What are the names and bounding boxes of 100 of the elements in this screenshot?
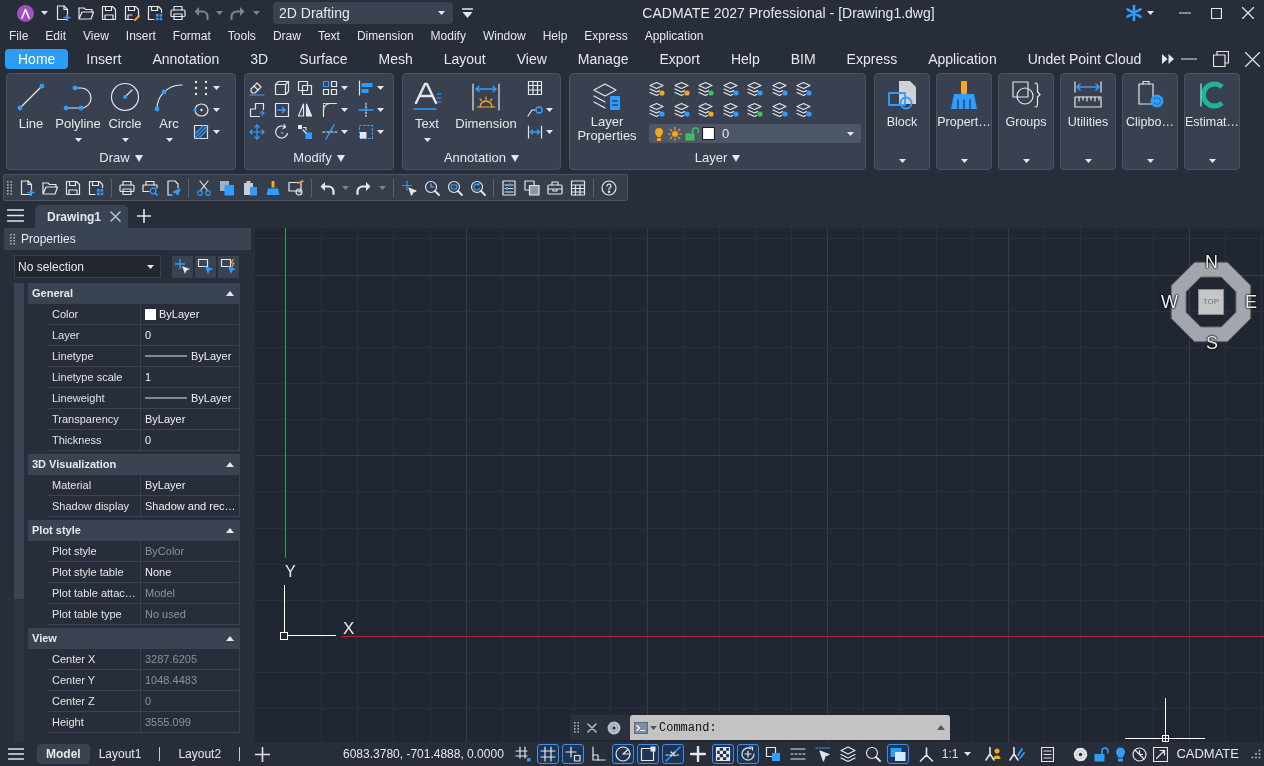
bulb-icon[interactable]: [1115, 746, 1127, 762]
ribbon-panel-button[interactable]: Utilities: [1060, 73, 1116, 170]
panel-title[interactable]: Modify: [245, 147, 393, 169]
ribbon-tab[interactable]: Annotation: [139, 49, 233, 69]
unlock-icon[interactable]: [1094, 746, 1110, 762]
status-toggle[interactable]: [561, 744, 584, 764]
sheet-tab[interactable]: Layout2: [169, 744, 231, 764]
ribbon-tab[interactable]: Surface: [286, 49, 361, 69]
caret-icon[interactable]: [41, 11, 48, 15]
tool-button[interactable]: Circle: [105, 74, 145, 147]
menu-item[interactable]: Modify: [430, 28, 466, 44]
asterisk-icon[interactable]: [1126, 5, 1142, 21]
status-toggle[interactable]: [636, 744, 659, 764]
menu-icon[interactable]: [7, 209, 24, 222]
property-value[interactable]: ByLayer: [191, 347, 232, 365]
ribbon-tab[interactable]: BIM: [777, 49, 829, 69]
status-toggle[interactable]: [536, 744, 559, 764]
menu-item[interactable]: Text: [317, 28, 340, 44]
quick-select-button[interactable]: [172, 255, 193, 278]
menu-item[interactable]: Tools: [227, 28, 256, 44]
folder-icon[interactable]: [42, 179, 58, 196]
panel-title[interactable]: Annotation: [403, 147, 560, 169]
ribbon-panel-button[interactable]: Block: [874, 73, 930, 170]
ribbon-panel-button[interactable]: Clipbo…: [1122, 73, 1178, 170]
bar-caret-icon[interactable]: [462, 8, 473, 18]
close-icon[interactable]: [110, 211, 121, 222]
menu-item[interactable]: Application: [644, 28, 704, 44]
workspace-dropdown[interactable]: 2D Drafting: [273, 2, 453, 24]
document-tab[interactable]: Drawing1: [35, 205, 128, 228]
select-objects-button[interactable]: [195, 255, 216, 278]
property-value[interactable]: 1: [145, 368, 152, 386]
restore-icon[interactable]: [1213, 51, 1229, 67]
new-file-icon[interactable]: [55, 5, 71, 21]
tool-button[interactable]: Dimension: [447, 74, 525, 147]
print-icon[interactable]: [170, 5, 186, 21]
caret-icon[interactable]: [1147, 11, 1154, 15]
ribbon-tab[interactable]: View: [503, 49, 560, 69]
workspace-label[interactable]: CADMATE: [1176, 744, 1239, 764]
menu-item[interactable]: Format: [172, 28, 211, 44]
layer-dropdown[interactable]: 0: [649, 124, 861, 143]
menu-item[interactable]: Express: [584, 28, 628, 44]
ribbon-tab[interactable]: Layout: [430, 49, 499, 69]
ribbon-panel-button[interactable]: Groups: [998, 73, 1054, 170]
caret-up-icon[interactable]: [937, 725, 945, 730]
close-icon[interactable]: [587, 722, 597, 733]
copy-icon[interactable]: [219, 179, 235, 196]
new-file-icon[interactable]: [19, 179, 35, 196]
menu-item[interactable]: Insert: [125, 28, 156, 44]
ribbon-tab[interactable]: Application: [915, 49, 1010, 69]
ribbon-tab[interactable]: Insert: [73, 49, 135, 69]
help-icon[interactable]: [601, 179, 617, 196]
add-icon[interactable]: [255, 746, 271, 762]
section-header[interactable]: Plot style: [28, 520, 240, 541]
stacked-windows-icon[interactable]: [524, 179, 540, 196]
ribbon-panel-button[interactable]: Estimat…: [1184, 73, 1240, 170]
menu-item[interactable]: Edit: [45, 28, 67, 44]
status-toggle[interactable]: [711, 744, 734, 764]
menu-item[interactable]: Dimension: [356, 28, 414, 44]
save-icon[interactable]: [65, 179, 81, 196]
sliders-panel-icon[interactable]: [501, 179, 517, 196]
status-toggle[interactable]: [736, 744, 759, 764]
property-value[interactable]: None: [145, 563, 172, 581]
menu-item[interactable]: File: [9, 28, 29, 44]
property-value[interactable]: 0: [145, 431, 152, 449]
sheet-tab[interactable]: Model: [37, 744, 90, 764]
section-header[interactable]: General: [28, 283, 240, 304]
redo-icon[interactable]: [356, 179, 372, 196]
property-value[interactable]: ByLayer: [191, 389, 232, 407]
cut-icon[interactable]: [196, 179, 212, 196]
tool-button[interactable]: Arc: [145, 74, 193, 147]
panel-title[interactable]: Draw: [7, 147, 235, 169]
selection-dropdown[interactable]: No selection: [14, 255, 161, 278]
print-icon[interactable]: [119, 179, 135, 196]
double-arrow-icon[interactable]: [1162, 54, 1175, 64]
ribbon-tab[interactable]: Export: [646, 49, 713, 69]
menu-item[interactable]: Help: [542, 28, 568, 44]
app-logo-icon[interactable]: [17, 4, 34, 22]
calculator-icon[interactable]: [570, 179, 586, 196]
printer-magnifier-icon[interactable]: [142, 179, 158, 196]
settings-icon[interactable]: [607, 720, 621, 735]
tool-button[interactable]: Line: [11, 74, 51, 147]
panel-title[interactable]: Layer: [570, 147, 865, 169]
tool-button[interactable]: Text: [407, 74, 447, 147]
redo-icon[interactable]: [230, 5, 246, 21]
prong-slash-icon[interactable]: [1008, 746, 1025, 762]
menu-item[interactable]: Draw: [272, 28, 301, 44]
menu-item[interactable]: Window: [482, 28, 526, 44]
add-tab-icon[interactable]: [137, 209, 151, 223]
brush-icon[interactable]: [265, 179, 281, 196]
ribbon-tab[interactable]: Mesh: [365, 49, 426, 69]
floppy-squares-icon[interactable]: [147, 5, 163, 21]
menu-icon[interactable]: [8, 748, 24, 760]
toolbox-icon[interactable]: [547, 179, 563, 196]
tool-button[interactable]: Layer Properties: [570, 74, 644, 147]
ribbon-panel-button[interactable]: Propert…: [936, 73, 992, 170]
ribbon-tab[interactable]: 3D: [237, 49, 282, 69]
property-value[interactable]: 0: [145, 326, 152, 344]
undo-icon[interactable]: [193, 5, 209, 21]
save-icon[interactable]: [101, 5, 117, 21]
scale-dropdown[interactable]: 1:1: [941, 745, 971, 763]
